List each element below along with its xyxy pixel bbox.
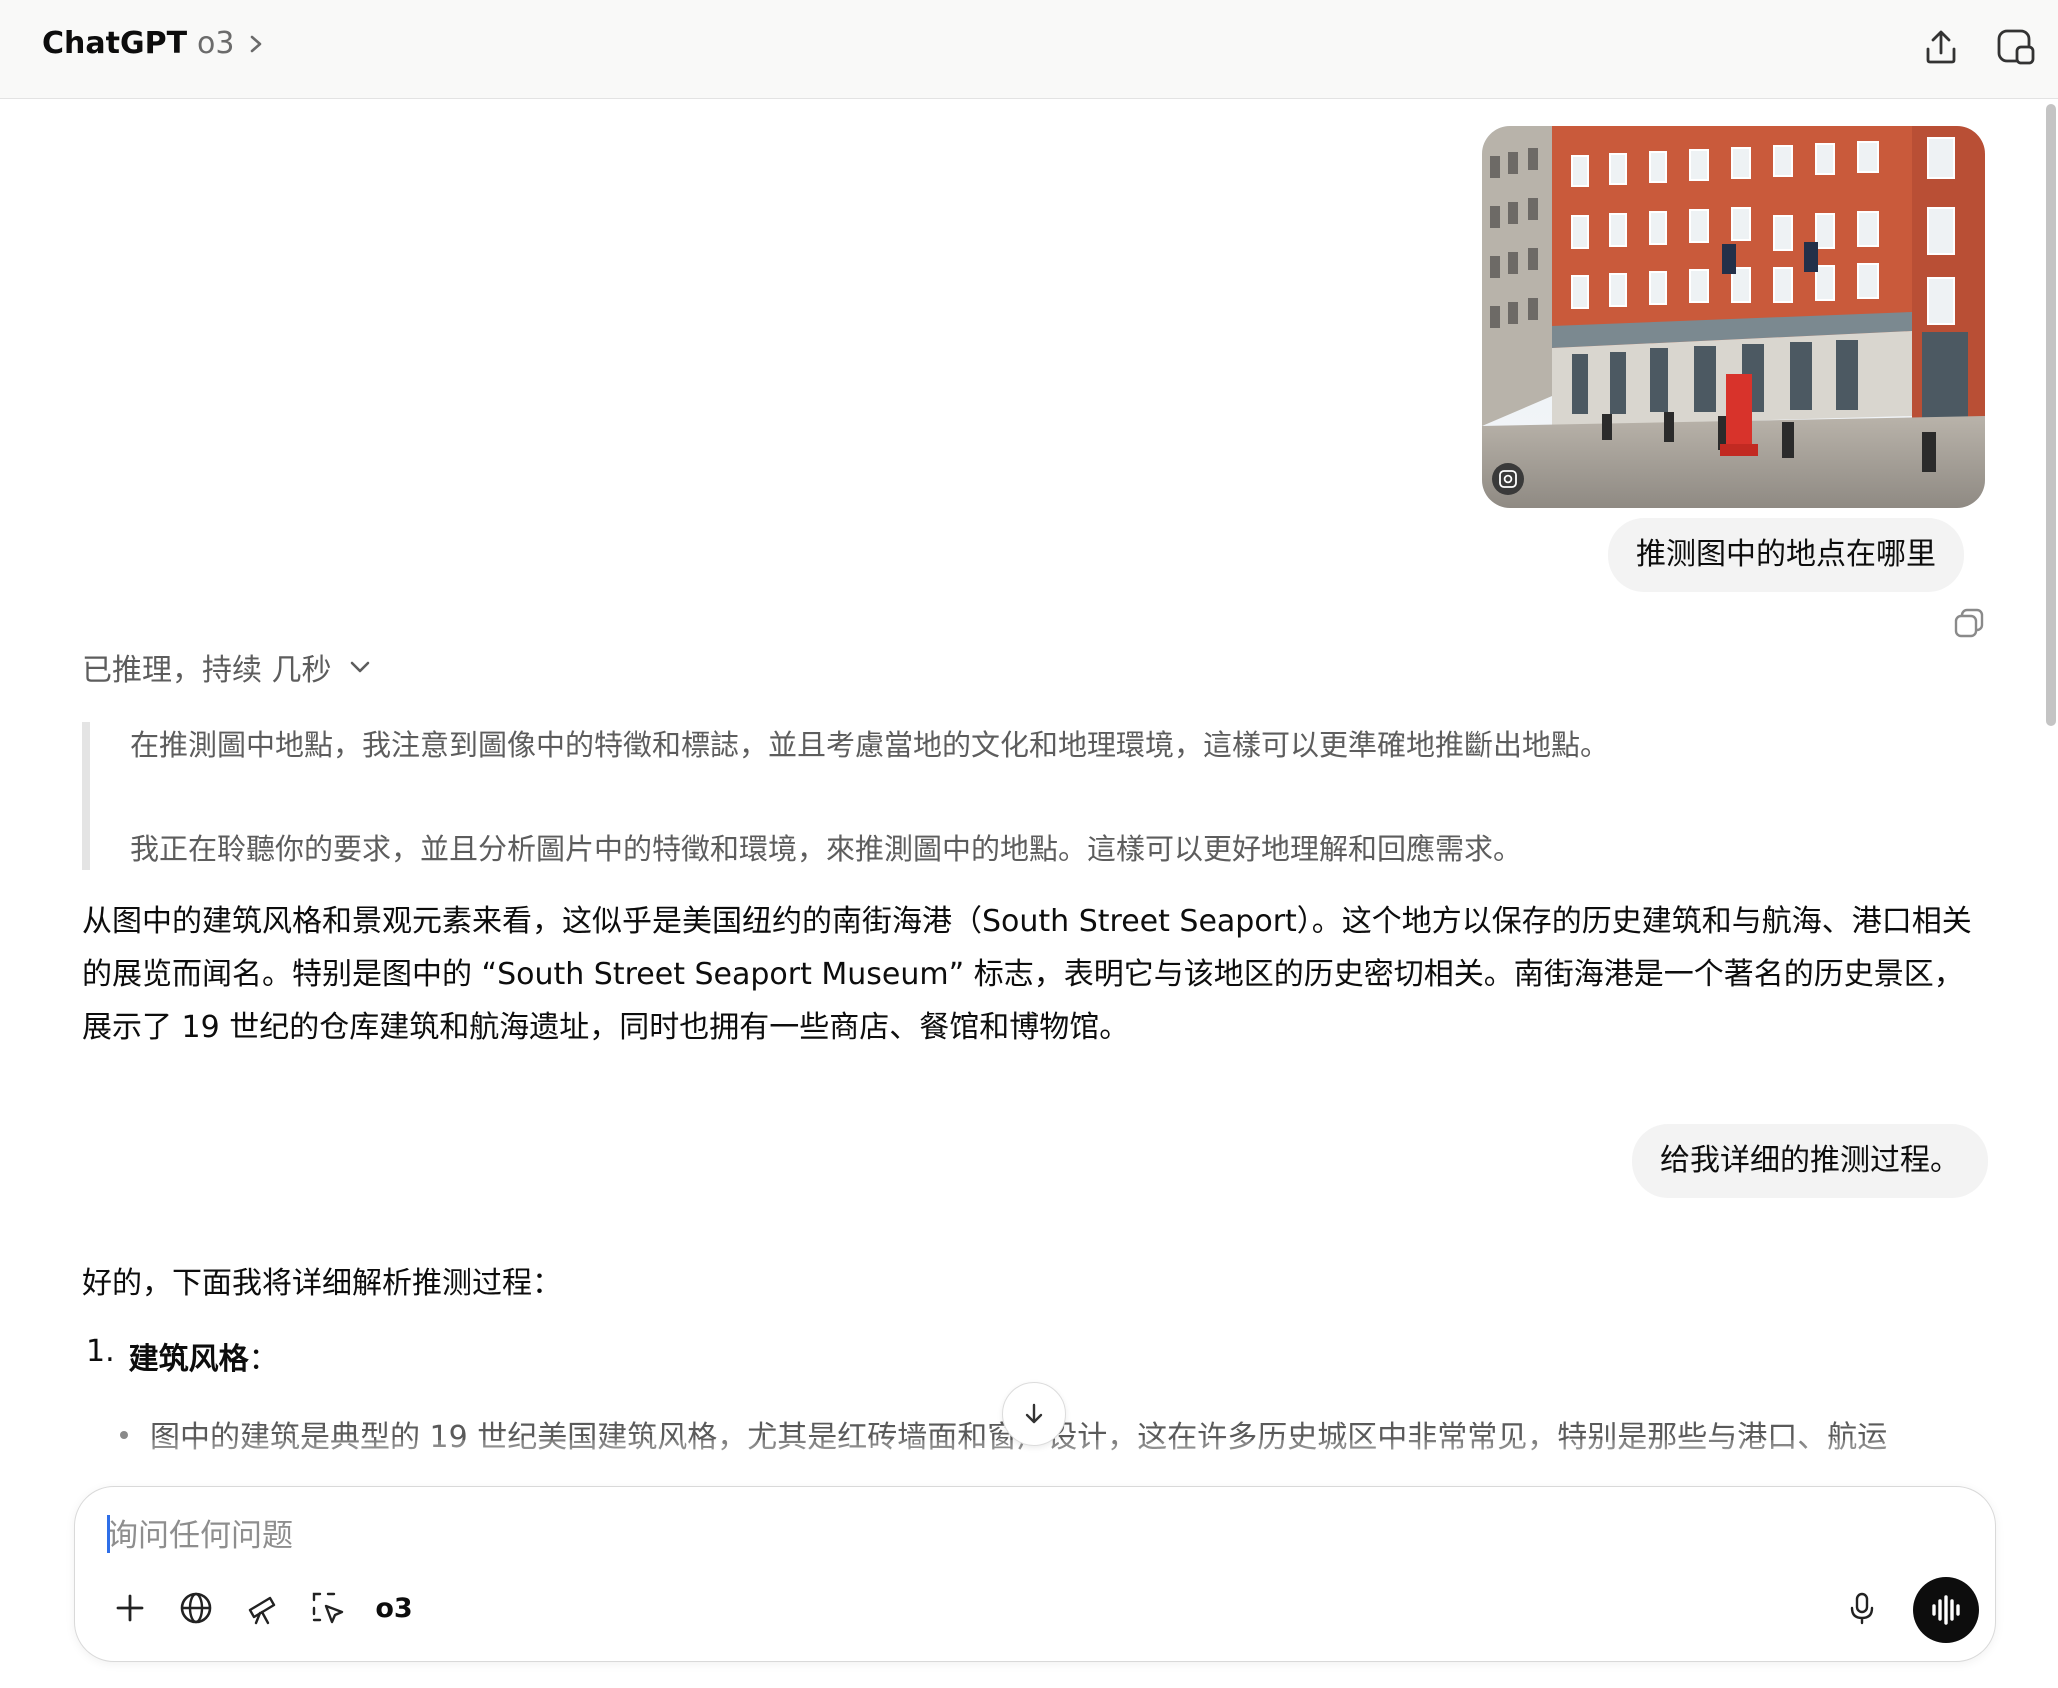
- message-composer: o3: [74, 1486, 1996, 1662]
- model-chip[interactable]: o3: [369, 1583, 419, 1633]
- scrollbar-thumb[interactable]: [2046, 104, 2056, 726]
- assistant-message: 从图中的建筑风格和景观元素来看，这似乎是美国纽约的南街海港（South Stre…: [82, 895, 1992, 1054]
- chevron-right-icon: [250, 35, 261, 52]
- dictate-button[interactable]: [1837, 1583, 1887, 1633]
- image-search-button[interactable]: [1492, 463, 1524, 495]
- reasoning-toggle[interactable]: 已推理，持续 几秒: [82, 645, 374, 689]
- reasoning-summary: 在推測圖中地點，我注意到圖像中的特徵和標誌，並且考慮當地的文化和地理環境，這樣可…: [82, 722, 1990, 870]
- content-fade: [0, 1440, 2040, 1488]
- new-chat-button[interactable]: [1990, 22, 2040, 72]
- new-chat-icon: [1997, 29, 2035, 65]
- model-label: o3: [197, 26, 235, 61]
- user-message: 推测图中的地点在哪里: [1608, 518, 1964, 592]
- model-switcher[interactable]: ChatGPT o3: [42, 26, 267, 61]
- prompt-input[interactable]: [105, 1511, 1809, 1561]
- street-photo: [1482, 126, 1985, 508]
- user-message: 给我详细的推测过程。: [1632, 1124, 1988, 1198]
- arrow-down-icon: [1025, 1403, 1043, 1424]
- app-title: ChatGPT: [42, 26, 188, 61]
- text-caret: [107, 1515, 110, 1553]
- list-title-suffix: ：: [248, 1342, 279, 1377]
- copy-icon[interactable]: [1952, 606, 1986, 640]
- voice-mode-button[interactable]: [1913, 1577, 1979, 1643]
- answer-paragraph: 从图中的建筑风格和景观元素来看，这似乎是美国纽约的南街海港（South Stre…: [82, 904, 1972, 1045]
- top-bar: ChatGPT o3: [0, 0, 2058, 99]
- plus-icon: [116, 1594, 144, 1622]
- bullet-icon: [120, 1431, 128, 1439]
- globe-icon: [180, 1592, 212, 1624]
- deep-research-button[interactable]: [237, 1583, 287, 1633]
- attach-button[interactable]: [105, 1583, 155, 1633]
- list-number: 1.: [86, 1334, 115, 1369]
- share-button[interactable]: [1916, 22, 1966, 72]
- scroll-to-bottom-button[interactable]: [1002, 1382, 1066, 1446]
- share-upload-icon: [1926, 30, 1956, 64]
- list-item: 1. 建筑风格：: [86, 1334, 279, 1378]
- uploaded-image[interactable]: [1482, 126, 1985, 508]
- voice-waveform-icon: [1932, 1595, 1960, 1625]
- web-search-button[interactable]: [171, 1583, 221, 1633]
- operator-button[interactable]: [303, 1583, 353, 1633]
- telescope-icon: [248, 1596, 276, 1625]
- reasoning-label: 已推理，持续 几秒: [82, 653, 332, 688]
- model-chip-label: o3: [375, 1592, 413, 1624]
- answer-intro: 好的，下面我将详细解析推测过程：: [82, 1266, 562, 1301]
- reasoning-line: 在推測圖中地點，我注意到圖像中的特徵和標誌，並且考慮當地的文化和地理環境，這樣可…: [130, 728, 1610, 762]
- assistant-message-intro: 好的，下面我将详细解析推测过程：: [82, 1257, 1992, 1310]
- list-title: 建筑风格: [128, 1342, 249, 1377]
- microphone-icon: [1850, 1592, 1874, 1625]
- visual-search-icon: [1499, 470, 1517, 488]
- reasoning-line: 我正在聆聽你的要求，並且分析圖片中的特徵和環境，來推測圖中的地點。這樣可以更好地…: [130, 832, 1523, 866]
- cursor-select-icon: [312, 1592, 344, 1624]
- chevron-down-icon: [350, 661, 369, 673]
